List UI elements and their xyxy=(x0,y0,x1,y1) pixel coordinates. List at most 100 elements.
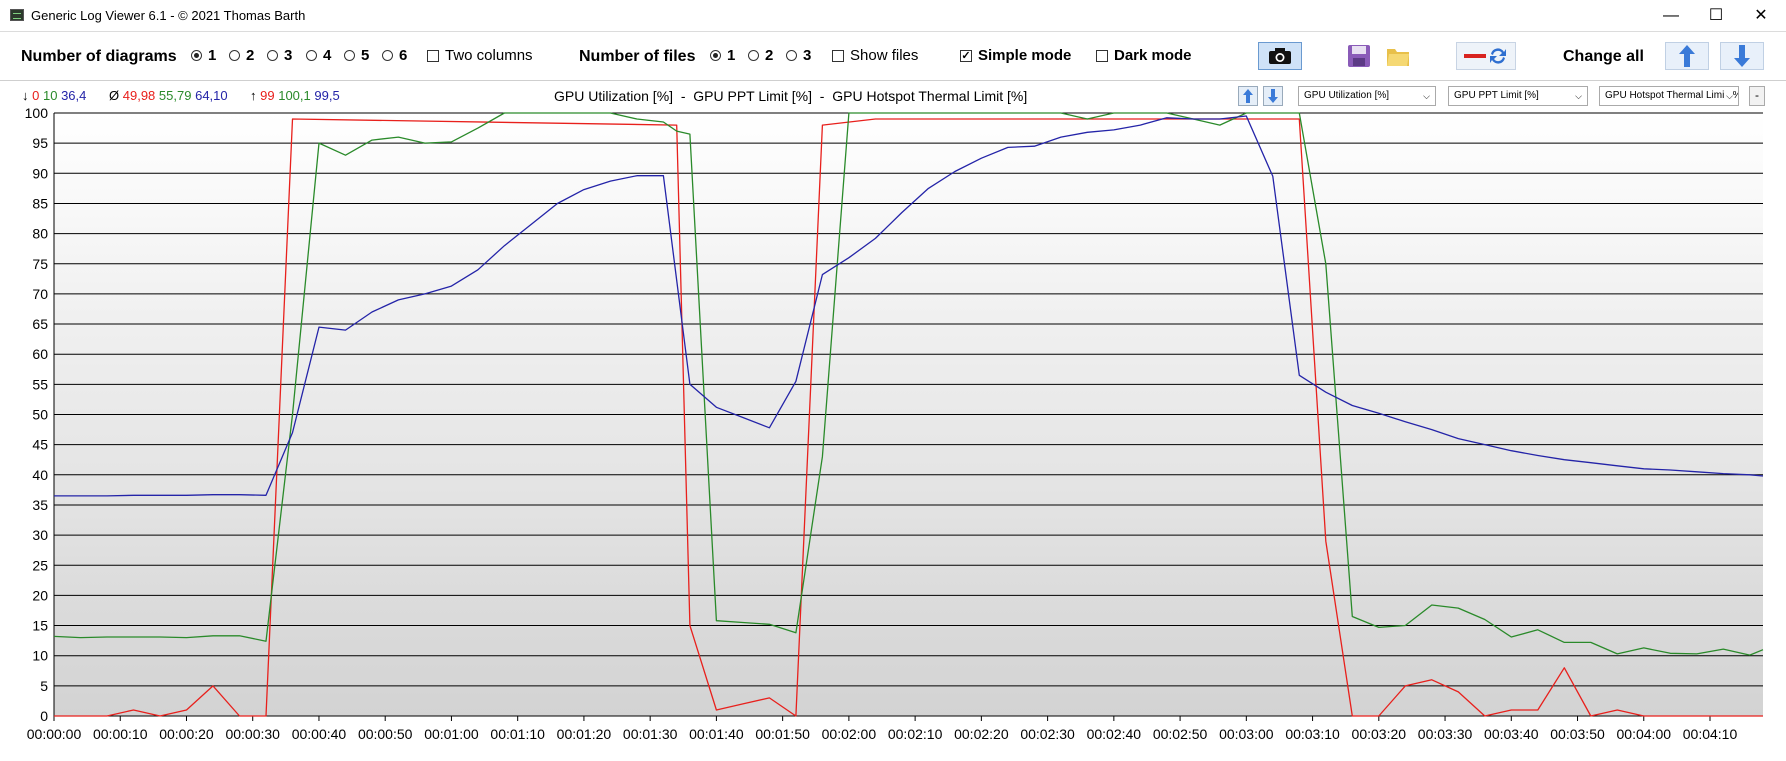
maximize-button[interactable]: ☐ xyxy=(1693,0,1739,31)
window-title: Generic Log Viewer 6.1 - © 2021 Thomas B… xyxy=(31,8,306,23)
series-utilization-line xyxy=(54,118,1763,717)
y-tick-label: 80 xyxy=(32,226,48,242)
x-tick-label: 00:03:10 xyxy=(1285,726,1340,742)
diagram-move-up-button[interactable] xyxy=(1238,86,1258,106)
stats-min: ↓ 0 10 36,4 xyxy=(22,88,87,103)
checkmark-icon: ✓ xyxy=(960,49,972,62)
diagrams-radio-3[interactable]: 3 xyxy=(267,47,292,64)
x-tick-label: 00:00:10 xyxy=(93,726,148,742)
chevron-down-icon: ⌵ xyxy=(1575,91,1582,101)
radio-icon xyxy=(306,50,317,61)
chevron-down-icon: ⌵ xyxy=(1423,91,1430,101)
stat-min-ppt: 10 xyxy=(42,88,58,103)
two-columns-checkbox[interactable]: Two columns xyxy=(427,47,533,64)
checkbox-icon xyxy=(427,49,439,62)
y-tick-label: 25 xyxy=(32,557,48,573)
y-tick-label: 40 xyxy=(32,467,48,483)
stat-avg-hotspot: 64,10 xyxy=(195,88,228,103)
plot-area xyxy=(54,113,1763,716)
stat-max-utilization: 99 xyxy=(260,88,275,103)
stats-average: Ø 49,98 55,79 64,10 xyxy=(109,88,228,103)
arrow-up-icon xyxy=(1243,89,1253,103)
y-tick-label: 30 xyxy=(32,527,48,543)
checkbox-icon xyxy=(832,49,844,62)
series-3-select[interactable]: GPU Hotspot Thermal Limit [%] ⌵ xyxy=(1599,86,1739,106)
x-tick-label: 00:01:30 xyxy=(623,726,678,742)
files-radio-2[interactable]: 2 xyxy=(748,47,773,64)
x-tick-label: 00:02:50 xyxy=(1153,726,1208,742)
chart-title: GPU Utilization [%] - GPU PPT Limit [%] … xyxy=(554,88,1028,104)
x-tick-label: 00:02:10 xyxy=(888,726,943,742)
x-tick-label: 00:00:20 xyxy=(159,726,214,742)
change-all-label: Change all xyxy=(1563,48,1644,65)
y-tick-label: 0 xyxy=(40,708,48,724)
y-tick-label: 50 xyxy=(32,407,48,423)
files-radio-3[interactable]: 3 xyxy=(786,47,811,64)
radio-icon xyxy=(344,50,355,61)
remove-icon xyxy=(1464,54,1486,58)
radio-icon xyxy=(786,50,797,61)
diagrams-radio-1[interactable]: 1 xyxy=(191,47,216,64)
title-bar: Generic Log Viewer 6.1 - © 2021 Thomas B… xyxy=(0,0,1786,32)
radio-icon xyxy=(382,50,393,61)
x-tick-label: 00:03:20 xyxy=(1352,726,1407,742)
simple-mode-checkbox[interactable]: ✓ Simple mode xyxy=(960,47,1071,64)
y-tick-label: 5 xyxy=(40,678,48,694)
save-icon xyxy=(1348,45,1370,67)
close-button[interactable]: ✕ xyxy=(1738,0,1784,31)
stat-max-ppt: 100,1 xyxy=(278,88,311,103)
radio-icon xyxy=(748,50,759,61)
series-2-select[interactable]: GPU PPT Limit [%] ⌵ xyxy=(1448,86,1588,106)
move-down-all-button[interactable] xyxy=(1720,42,1764,70)
series-1-select[interactable]: GPU Utilization [%] ⌵ xyxy=(1298,86,1436,106)
diagrams-radio-2[interactable]: 2 xyxy=(229,47,254,64)
minimize-button[interactable]: — xyxy=(1648,0,1694,31)
radio-selected-icon xyxy=(710,50,721,61)
remove-diagram-button[interactable]: - xyxy=(1749,86,1765,106)
x-tick-label: 00:01:20 xyxy=(557,726,612,742)
x-tick-label: 00:01:50 xyxy=(755,726,810,742)
radio-icon xyxy=(267,50,278,61)
y-tick-label: 60 xyxy=(32,346,48,362)
x-tick-label: 00:03:40 xyxy=(1484,726,1539,742)
checkbox-icon xyxy=(1096,49,1108,62)
screenshot-button[interactable] xyxy=(1258,42,1302,70)
x-tick-label: 00:00:30 xyxy=(225,726,280,742)
x-tick-label: 00:01:00 xyxy=(424,726,479,742)
x-tick-label: 00:03:00 xyxy=(1219,726,1274,742)
toolbar: Number of diagrams 1 2 3 4 5 6 Two colum… xyxy=(0,32,1786,80)
save-button[interactable] xyxy=(1344,42,1374,70)
remove-refresh-button[interactable] xyxy=(1456,42,1516,70)
files-label: Number of files xyxy=(579,48,696,65)
series-ppt-line xyxy=(53,112,1764,656)
open-folder-button[interactable] xyxy=(1383,42,1413,70)
y-tick-label: 20 xyxy=(32,587,48,603)
stat-min-utilization: 0 xyxy=(32,88,40,103)
diagrams-radio-6[interactable]: 6 xyxy=(382,47,407,64)
x-tick-label: 00:01:10 xyxy=(490,726,545,742)
x-tick-label: 00:02:40 xyxy=(1087,726,1142,742)
arrow-down-icon xyxy=(1734,45,1750,67)
y-tick-label: 15 xyxy=(32,618,48,634)
chevron-down-icon: ⌵ xyxy=(1724,87,1733,105)
stats-max: ↑ 99 100,1 99,5 xyxy=(250,88,340,103)
dark-mode-checkbox[interactable]: Dark mode xyxy=(1096,47,1192,64)
move-up-all-button[interactable] xyxy=(1665,42,1709,70)
diagram-move-down-button[interactable] xyxy=(1263,86,1283,106)
x-tick-label: 00:04:00 xyxy=(1617,726,1672,742)
diagrams-radio-5[interactable]: 5 xyxy=(344,47,369,64)
files-radio-1[interactable]: 1 xyxy=(710,47,735,64)
x-tick-label: 00:00:40 xyxy=(292,726,347,742)
y-tick-label: 35 xyxy=(32,497,48,513)
x-tick-label: 00:02:00 xyxy=(822,726,877,742)
stat-avg-ppt: 55,79 xyxy=(158,88,192,103)
show-files-checkbox[interactable]: Show files xyxy=(832,47,918,64)
y-tick-label: 90 xyxy=(32,165,48,181)
y-tick-label: 100 xyxy=(25,105,49,121)
folder-icon xyxy=(1387,49,1409,66)
x-tick-label: 00:00:50 xyxy=(358,726,413,742)
stat-avg-utilization: 49,98 xyxy=(122,88,156,103)
diagrams-radio-4[interactable]: 4 xyxy=(306,47,331,64)
x-tick-label: 00:01:40 xyxy=(689,726,744,742)
y-tick-label: 10 xyxy=(32,648,48,664)
